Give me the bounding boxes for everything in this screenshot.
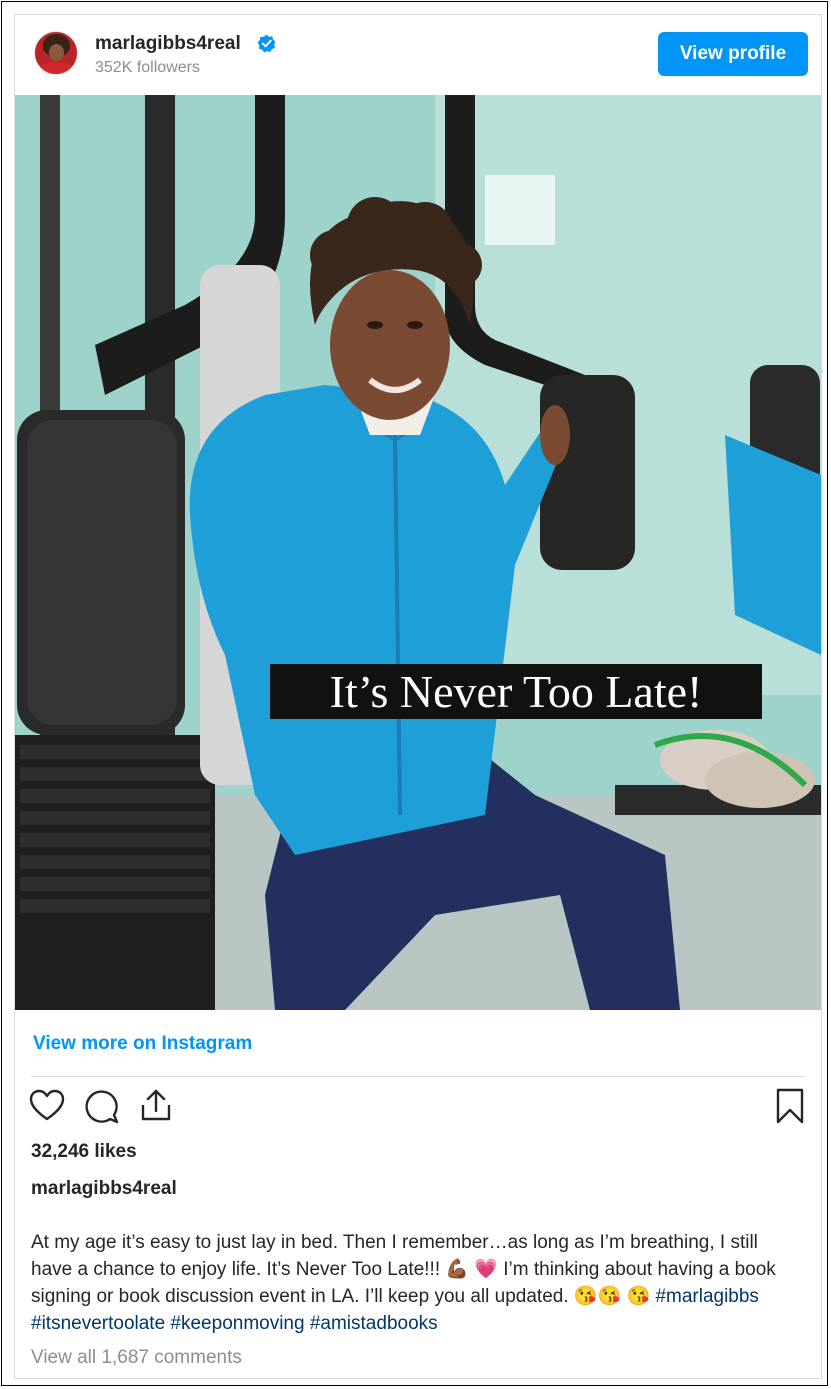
bookmark-icon[interactable] <box>772 1088 808 1124</box>
view-profile-button[interactable]: View profile <box>658 32 808 76</box>
post-caption: At my age it’s easy to just lay in bed. … <box>31 1229 801 1337</box>
view-all-comments-link[interactable]: View all 1,687 comments <box>31 1347 242 1369</box>
view-more-on-instagram-link[interactable]: View more on Instagram <box>33 1033 252 1055</box>
post-card: marlagibbs4real 352K followers View prof… <box>14 14 822 1379</box>
post-image[interactable]: It’s Never Too Late! <box>15 95 821 1010</box>
video-caption-overlay: It’s Never Too Late! <box>270 664 762 719</box>
like-count[interactable]: 32,246 likes <box>31 1141 137 1163</box>
comment-bubble-icon[interactable] <box>84 1089 120 1125</box>
divider <box>31 1076 805 1077</box>
avatar[interactable] <box>34 31 78 75</box>
follower-count: 352K followers <box>95 59 200 76</box>
verified-badge-icon <box>257 34 276 53</box>
action-bar <box>15 1085 821 1129</box>
share-icon[interactable] <box>138 1087 174 1123</box>
post-header: marlagibbs4real 352K followers View prof… <box>15 15 821 95</box>
heart-icon[interactable] <box>29 1088 65 1124</box>
instagram-embed: marlagibbs4real 352K followers View prof… <box>1 1 828 1386</box>
gym-photo <box>15 95 821 1010</box>
username-link[interactable]: marlagibbs4real <box>95 33 241 55</box>
caption-author-link[interactable]: marlagibbs4real <box>31 1178 177 1200</box>
